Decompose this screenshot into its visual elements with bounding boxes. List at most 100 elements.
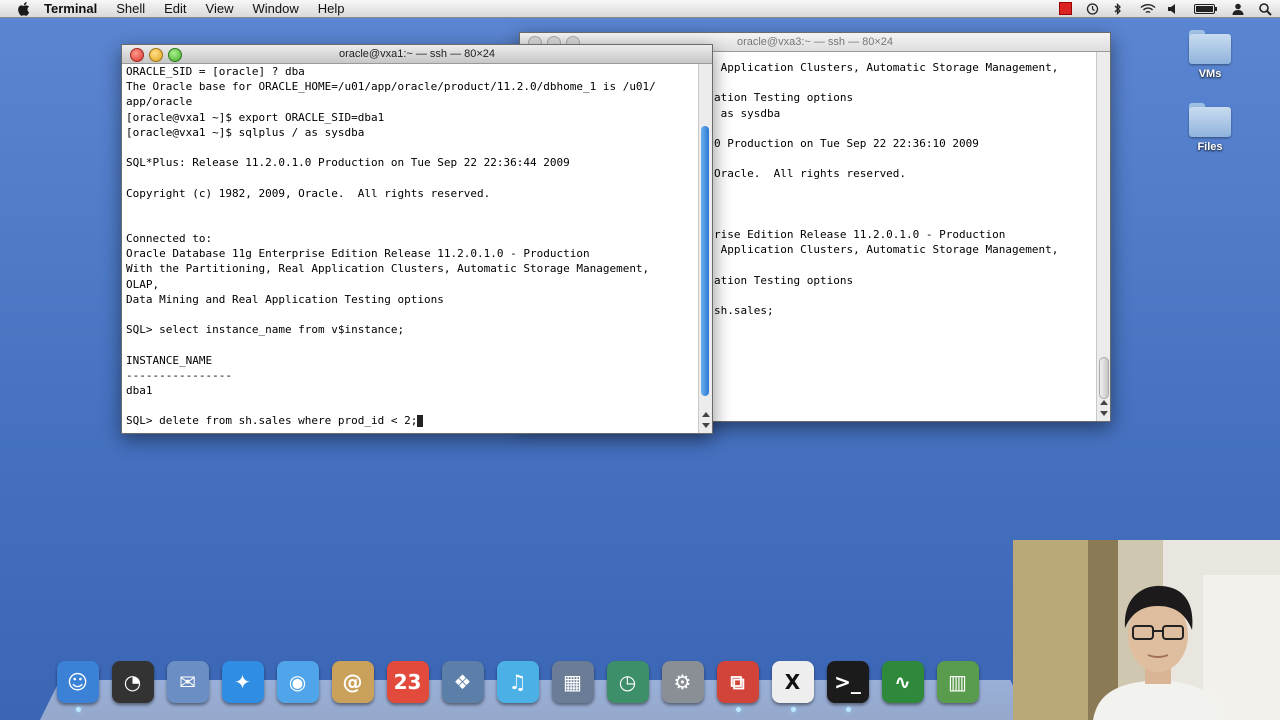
vmware-dock-item[interactable]: ⧉ (712, 658, 763, 712)
terminal-line: 0 Production on Tue Sep 22 22:36:10 2009 (714, 136, 979, 150)
address-book-icon: @ (331, 661, 374, 703)
terminal-output[interactable]: ORACLE_SID = [oracle] ? dba The Oracle ba… (122, 64, 698, 433)
scroll-up-arrow[interactable] (1100, 400, 1108, 405)
scrollbar[interactable] (698, 64, 712, 433)
running-indicator (75, 707, 81, 712)
scroll-down-arrow[interactable] (1100, 411, 1108, 416)
terminal-line: dba1 (126, 383, 153, 397)
terminal-line: ---------------- (126, 368, 232, 382)
apple-menu-icon[interactable] (16, 1, 32, 16)
ical-dock-item[interactable]: 23 (382, 658, 433, 706)
address-book-dock-item[interactable]: @ (327, 658, 378, 706)
minimize-button[interactable] (149, 48, 163, 62)
terminal-output[interactable]: Application Clusters, Automatic Storage … (710, 52, 1096, 421)
activity-monitor-icon: ∿ (881, 661, 924, 703)
desktop-icon-vms[interactable]: VMs (1180, 30, 1240, 80)
terminal-window-vxa1[interactable]: oracle@vxa1:~ — ssh — 80×24 ORACLE_SID =… (121, 44, 713, 434)
scroll-thumb[interactable] (1099, 357, 1109, 399)
terminal-dock-item[interactable]: >_ (822, 658, 873, 712)
scroll-down-arrow[interactable] (702, 423, 710, 428)
volume-icon[interactable] (1167, 3, 1180, 14)
terminal-line: OLAP, (126, 277, 160, 291)
battery-icon[interactable] (1194, 3, 1218, 14)
menu-window[interactable]: Window (253, 0, 299, 17)
window-title: oracle@vxa1:~ — ssh — 80×24 (338, 48, 496, 60)
dock: ☺ ◔ ✉ ✦ ◉ @23 ❖ ♫ ▦ ◷ ⚙ ⧉ X >_ ∿ ▥ (52, 656, 983, 712)
terminal-line: Oracle Database 11g Enterprise Edition R… (126, 247, 590, 261)
time-machine-dock-item[interactable]: ◷ (602, 658, 653, 706)
menu-help[interactable]: Help (318, 0, 345, 17)
zoom-button[interactable] (168, 48, 182, 62)
spaces-dock-item[interactable]: ▦ (547, 658, 598, 706)
ichat-dock-item[interactable]: ◉ (272, 658, 323, 706)
running-indicator (790, 707, 796, 712)
activity-monitor-dock-item[interactable]: ∿ (877, 658, 928, 706)
wifi-icon[interactable] (1140, 3, 1156, 14)
spaces-icon: ▦ (551, 661, 594, 703)
recording-icon[interactable] (1059, 2, 1072, 15)
desktop-icon-label: VMs (1198, 68, 1222, 80)
desktop-icon-label: Files (1197, 141, 1223, 153)
iphoto-dock-item[interactable]: ❖ (437, 658, 488, 706)
terminal-line: [oracle@vxa1 ~]$ sqlplus / as sysdba (126, 125, 365, 139)
terminal-line: Copyright (c) 1982, 2009, Oracle. All ri… (126, 186, 491, 200)
terminal-line: ORACLE_SID = [oracle] ? dba (126, 65, 305, 78)
finder-dock-item[interactable]: ☺ (52, 658, 103, 712)
terminal-line: SQL> delete from sh.sales where prod_id … (126, 413, 694, 428)
vmware-icon: ⧉ (716, 661, 759, 703)
status-menus (1059, 0, 1272, 17)
user-icon[interactable] (1232, 3, 1245, 15)
safari-dock-item[interactable]: ✦ (217, 658, 268, 706)
terminal-line: SQL*Plus: Release 11.2.0.1.0 Production … (126, 156, 570, 170)
spotlight-icon[interactable] (1259, 3, 1272, 16)
itunes-dock-item[interactable]: ♫ (492, 658, 543, 706)
desktop-icon-files[interactable]: Files (1180, 103, 1240, 153)
x11-dock-item[interactable]: X (767, 658, 818, 712)
safari-icon: ✦ (221, 661, 264, 703)
menu-bar: Terminal Shell Edit View Window Help (0, 0, 1280, 18)
time-machine-icon: ◷ (606, 661, 649, 703)
scroll-thumb[interactable] (701, 126, 709, 396)
scroll-up-arrow[interactable] (702, 412, 710, 417)
finder-icon: ☺ (56, 661, 99, 703)
terminal-icon: >_ (826, 661, 869, 703)
terminal-line: INSTANCE_NAME (126, 353, 213, 367)
window-title: oracle@vxa3:~ — ssh — 80×24 (736, 36, 894, 48)
menu-app-name[interactable]: Terminal (44, 0, 97, 17)
time-machine-status-icon[interactable] (1086, 3, 1099, 15)
terminal-line: sh.sales; (714, 304, 774, 317)
terminal-line: With the Partitioning, Real Application … (126, 262, 650, 276)
trash-dock-item[interactable]: ▥ (932, 658, 983, 706)
dashboard-dock-item[interactable]: ◔ (107, 658, 158, 706)
mail-dock-item[interactable]: ✉ (162, 658, 213, 706)
menu-edit[interactable]: Edit (164, 0, 186, 17)
iphoto-icon: ❖ (441, 661, 484, 703)
close-button[interactable] (130, 48, 144, 62)
window-titlebar[interactable]: oracle@vxa1:~ — ssh — 80×24 (122, 45, 712, 64)
menu-shell[interactable]: Shell (116, 0, 145, 17)
scrollbar[interactable] (1096, 52, 1110, 421)
terminal-line: Application Clusters, Automatic Storage … (714, 243, 1059, 257)
x11-icon: X (771, 661, 814, 703)
terminal-line: Application Clusters, Automatic Storage … (714, 61, 1059, 74)
system-preferences-dock-item[interactable]: ⚙ (657, 658, 708, 706)
trash-icon: ▥ (936, 661, 979, 703)
folder-icon (1189, 30, 1231, 64)
terminal-line: SQL> select instance_name from v$instanc… (126, 323, 405, 337)
bluetooth-icon[interactable] (1113, 2, 1126, 16)
mail-icon: ✉ (166, 661, 209, 703)
menu-view[interactable]: View (206, 0, 234, 17)
terminal-line: ation Testing options (714, 273, 854, 287)
dashboard-icon: ◔ (111, 661, 154, 703)
